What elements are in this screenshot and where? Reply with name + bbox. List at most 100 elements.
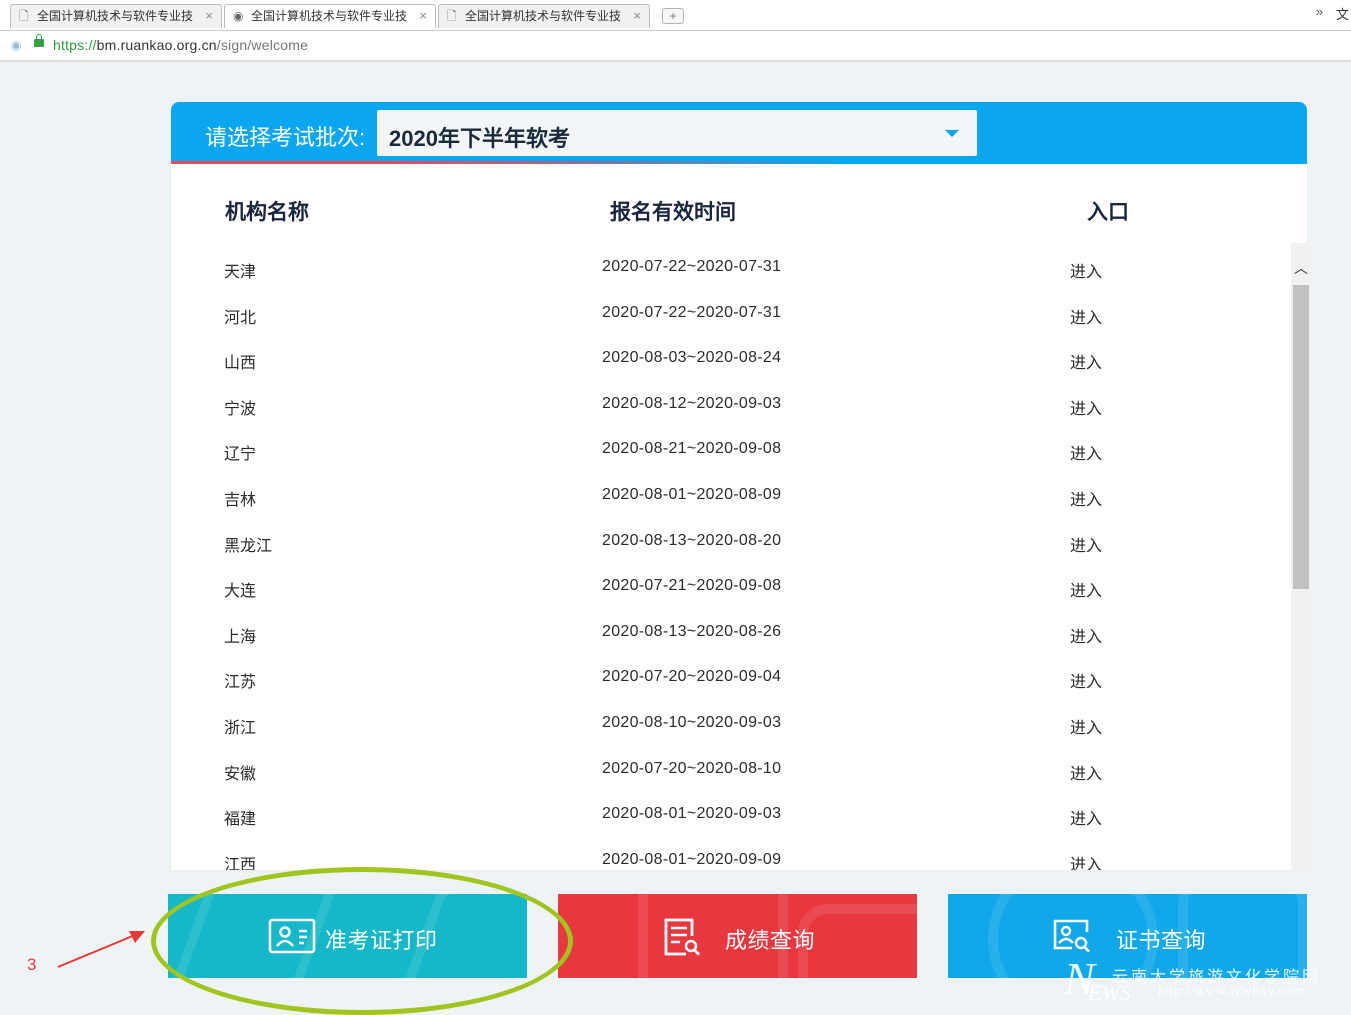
table-row: 河北 2020-07-22~2020-07-31 进入 [171, 288, 1291, 334]
url-path: /sign/welcome [216, 37, 309, 53]
enter-link[interactable]: 进入 [1070, 395, 1102, 419]
table-row: 浙江 2020-08-10~2020-09-03 进入 [171, 698, 1291, 744]
browser-tab-1[interactable]: 🗋 全国计算机技术与软件专业技 × [10, 4, 222, 28]
org-name: 天津 [224, 264, 257, 281]
score-query-button[interactable]: 成绩查询 [558, 894, 917, 978]
certificate-query-label: 证书查询 [1116, 928, 1207, 953]
reg-period: 2020-08-21~2020-09-08 [602, 440, 782, 458]
table-row: 江西 2020-08-01~2020-09-09 进入 [171, 835, 1291, 870]
url-scheme: https:// [53, 37, 97, 53]
enter-link[interactable]: 进入 [1070, 760, 1102, 784]
batch-select[interactable]: 2020年下半年软考 [377, 110, 977, 156]
reg-period: 2020-07-20~2020-09-04 [602, 668, 782, 686]
org-name: 宁波 [224, 400, 257, 418]
step-number: 3 [27, 955, 37, 974]
lock-icon [34, 34, 44, 47]
org-name: 上海 [224, 628, 257, 646]
org-name: 山西 [224, 355, 257, 373]
page-icon: 🗋 [19, 9, 29, 23]
org-name: 江西 [224, 856, 257, 870]
reg-period: 2020-08-01~2020-09-09 [602, 850, 782, 868]
header-accent-line [171, 161, 1307, 164]
enter-link[interactable]: 进入 [1070, 532, 1102, 556]
arrow-icon [57, 931, 145, 968]
registration-card: 请选择考试批次: 2020年下半年软考 机构名称 报名有效时间 入口 天津 202… [171, 102, 1307, 870]
org-name: 河北 [224, 309, 257, 327]
table-row: 福建 2020-08-01~2020-09-03 进入 [171, 789, 1291, 835]
tab-close-icon[interactable]: × [633, 5, 641, 27]
report-search-icon [664, 918, 700, 956]
enter-link[interactable]: 进入 [1070, 623, 1102, 647]
tab-close-icon[interactable]: × [205, 5, 213, 27]
enter-link[interactable]: 进入 [1070, 349, 1102, 373]
enter-link[interactable]: 进入 [1070, 714, 1102, 738]
tab-overflow-button[interactable]: » [1316, 4, 1323, 19]
enter-link[interactable]: 进入 [1070, 577, 1102, 601]
enter-link[interactable]: 进入 [1070, 304, 1102, 328]
new-tab-button[interactable]: + [662, 8, 684, 24]
reg-period: 2020-08-13~2020-08-20 [602, 531, 782, 549]
org-name: 江苏 [224, 674, 257, 692]
browser-tab-bar: 🗋 全国计算机技术与软件专业技 × ◉ 全国计算机技术与软件专业技 × 🗋 全国… [0, 0, 1351, 31]
translate-button[interactable]: 文 [1336, 4, 1349, 23]
batch-selected-value: 2020年下半年软考 [389, 126, 570, 151]
enter-link[interactable]: 进入 [1070, 486, 1102, 510]
org-name: 黑龙江 [224, 537, 273, 555]
column-header-entry: 入口 [1087, 201, 1129, 224]
scrollbar-thumb[interactable] [1293, 285, 1309, 589]
column-header-org: 机构名称 [225, 201, 309, 224]
org-name: 辽宁 [224, 446, 257, 464]
browser-tab-2[interactable]: ◉ 全国计算机技术与软件专业技 × [224, 4, 436, 28]
table-row: 上海 2020-08-13~2020-08-26 进入 [171, 607, 1291, 653]
site-favicon-icon: ◉ [233, 9, 244, 23]
tab-title: 全国计算机技术与软件专业技 [37, 9, 194, 23]
table-row: 宁波 2020-08-12~2020-09-03 进入 [171, 379, 1291, 425]
table-row: 江苏 2020-07-20~2020-09-04 进入 [171, 652, 1291, 698]
table-row: 辽宁 2020-08-21~2020-09-08 进入 [171, 424, 1291, 470]
enter-link[interactable]: 进入 [1070, 851, 1102, 870]
enter-link[interactable]: 进入 [1070, 805, 1102, 829]
enter-link[interactable]: 进入 [1070, 668, 1102, 692]
url-text[interactable]: https://bm.ruankao.org.cn/sign/welcome [53, 31, 308, 59]
org-name: 大连 [224, 583, 257, 601]
reg-period: 2020-08-13~2020-08-26 [602, 622, 782, 640]
reg-period: 2020-08-03~2020-08-24 [602, 349, 782, 367]
score-query-label: 成绩查询 [725, 928, 816, 953]
reg-period: 2020-07-20~2020-08-10 [602, 759, 782, 777]
org-name: 浙江 [224, 719, 257, 737]
browser-tab-3[interactable]: 🗋 全国计算机技术与软件专业技 × [438, 4, 650, 28]
table-row: 安徽 2020-07-20~2020-08-10 进入 [171, 744, 1291, 790]
column-header-period: 报名有效时间 [610, 201, 736, 224]
highlight-ellipse [151, 867, 573, 1015]
org-table-body: 天津 2020-07-22~2020-07-31 进入 河北 2020-07-22~2… [171, 242, 1291, 870]
tab-title: 全国计算机技术与软件专业技 [465, 9, 622, 23]
page-icon: 🗋 [447, 9, 457, 23]
reg-period: 2020-08-01~2020-08-09 [602, 485, 782, 503]
tab-title: 全国计算机技术与软件专业技 [251, 9, 408, 23]
reg-period: 2020-07-21~2020-09-08 [602, 577, 782, 595]
enter-link[interactable]: 进入 [1070, 440, 1102, 464]
table-row: 大连 2020-07-21~2020-09-08 进入 [171, 561, 1291, 607]
table-row: 天津 2020-07-22~2020-07-31 进入 [171, 242, 1291, 288]
site-info-icon[interactable]: ◉ [11, 31, 21, 59]
reg-period: 2020-07-22~2020-07-31 [602, 303, 782, 321]
org-name: 福建 [224, 811, 257, 829]
table-scrollbar[interactable]: ︿ [1291, 243, 1311, 870]
reg-period: 2020-08-01~2020-09-03 [602, 805, 782, 823]
enter-link[interactable]: 进入 [1070, 258, 1102, 282]
reg-period: 2020-08-12~2020-09-03 [602, 394, 782, 412]
reg-period: 2020-07-22~2020-07-31 [602, 258, 782, 275]
table-row: 山西 2020-08-03~2020-08-24 进入 [171, 333, 1291, 379]
batch-label: 请选择考试批次: [205, 125, 366, 150]
reg-period: 2020-08-10~2020-09-03 [602, 713, 782, 731]
org-name: 吉林 [224, 491, 257, 509]
watermark-ews: EWS [1088, 980, 1131, 1005]
card-header: 请选择考试批次: 2020年下半年软考 [171, 102, 1307, 164]
scroll-up-icon[interactable]: ︿ [1291, 261, 1311, 275]
tab-close-icon[interactable]: × [419, 5, 427, 27]
address-bar[interactable]: ◉ https://bm.ruankao.org.cn/sign/welcome [0, 31, 1351, 62]
table-row: 黑龙江 2020-08-13~2020-08-20 进入 [171, 516, 1291, 562]
watermark-url: http://www.lywhxy.com [1158, 984, 1304, 999]
caret-down-icon [945, 130, 959, 137]
org-name: 安徽 [224, 765, 257, 783]
